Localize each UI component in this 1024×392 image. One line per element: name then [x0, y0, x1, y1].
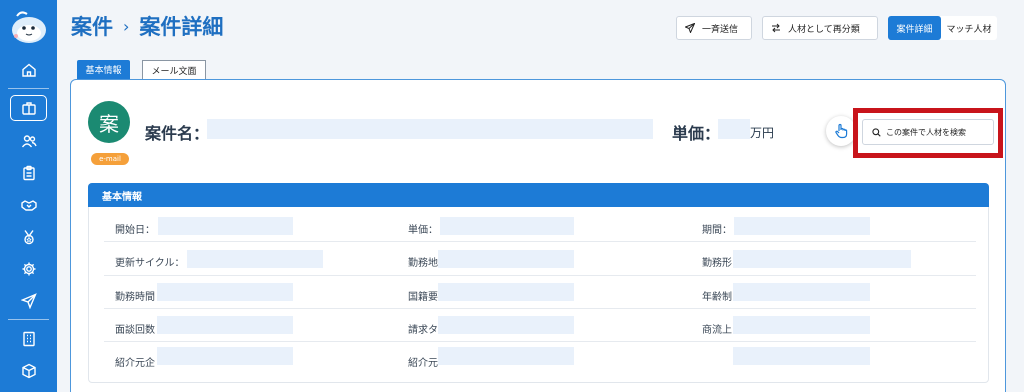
field-renewal-cycle-value: [187, 250, 323, 268]
field-interview-count-label: 面談回数: [115, 325, 155, 336]
field-work-hours-label: 勤務時間: [115, 292, 155, 303]
send-all-button[interactable]: 一斉送信: [676, 16, 752, 40]
gear-icon: [22, 262, 35, 276]
sidebar-item-package[interactable]: [10, 358, 47, 384]
building-icon: [22, 331, 35, 347]
row-divider: [104, 308, 976, 309]
view-toggle: 案件詳細 マッチ人材: [888, 16, 997, 40]
sidebar-item-deals[interactable]: [10, 192, 47, 218]
field-age-limit-value: [733, 283, 870, 301]
field-commercial-flow-label: 商流上: [702, 325, 732, 336]
field-work-form-label: 勤務形: [702, 258, 732, 269]
reclassify-label: 人材として再分類: [788, 24, 860, 35]
field-work-location-value: [438, 250, 574, 268]
field-commercial-flow-value: [733, 316, 870, 334]
basic-info-header: 基本情報: [88, 183, 989, 207]
price-value: [718, 119, 750, 139]
field-unit-price-value: [440, 217, 574, 235]
field-referrer-label: 紹介元: [408, 358, 438, 369]
medal-icon: [23, 230, 34, 245]
field-renewal-cycle-label: 更新サイクル：: [115, 258, 185, 269]
breadcrumb-parent[interactable]: 案件: [71, 11, 113, 41]
field-period-value: [734, 217, 870, 235]
hand-pointer-icon: [835, 123, 848, 139]
job-name-value: [207, 119, 653, 139]
breadcrumb-separator: ›: [123, 16, 130, 36]
job-name-label: 案件名：: [145, 124, 210, 143]
sidebar-item-settings[interactable]: [10, 256, 47, 282]
price-label: 単価：: [672, 124, 721, 143]
home-icon: [21, 63, 36, 77]
sidebar-divider: [8, 88, 49, 89]
view-match-button[interactable]: マッチ人材: [941, 16, 997, 40]
row-divider: [104, 241, 976, 242]
users-icon: [21, 135, 37, 148]
row-divider: [104, 275, 976, 276]
field-billing-label: 請求タ: [408, 325, 438, 336]
briefcase-icon: [21, 102, 36, 115]
send-all-label: 一斉送信: [702, 24, 739, 35]
mascot-logo-icon[interactable]: [7, 6, 49, 46]
search-icon: [872, 127, 881, 137]
field-referrer-company-value: [157, 347, 293, 365]
field-nationality-value: [438, 283, 574, 301]
field-nationality-label: 国籍要: [408, 292, 438, 303]
search-talent-label: この案件で人材を検索: [886, 127, 966, 137]
breadcrumb: 案件 › 案件詳細: [71, 10, 223, 42]
field-work-hours-value: [157, 283, 293, 301]
source-badge: e-mail: [91, 153, 129, 165]
view-detail-button[interactable]: 案件詳細: [888, 16, 941, 40]
field-work-location-label: 勤務地: [408, 258, 438, 269]
send-icon: [20, 293, 37, 309]
swap-arrows-icon: [772, 23, 780, 33]
box-icon: [21, 363, 36, 379]
row-divider: [104, 341, 976, 342]
sidebar: [0, 0, 57, 392]
field-age-limit-label: 年齢制: [702, 292, 732, 303]
field-referrer-company-label: 紹介元企: [115, 358, 155, 369]
field-period-label: 期間：: [702, 225, 732, 236]
search-talent-button[interactable]: この案件で人材を検索: [862, 119, 994, 145]
handshake-icon: [20, 200, 37, 211]
sidebar-item-talent[interactable]: [10, 128, 47, 154]
field-interview-count-value: [157, 316, 293, 334]
field-extra-value: [733, 347, 870, 365]
field-referrer-value: [438, 347, 574, 365]
price-unit: 万円: [750, 126, 775, 140]
sidebar-item-clipboard[interactable]: [10, 160, 47, 186]
sidebar-item-award[interactable]: [10, 224, 47, 250]
send-icon: [685, 23, 695, 33]
tab-basic-info[interactable]: 基本情報: [77, 60, 130, 79]
field-start-date-label: 開始日：: [115, 225, 155, 236]
clipboard-icon: [22, 165, 35, 181]
tab-mail-body[interactable]: メール文面: [142, 60, 206, 79]
sidebar-item-home[interactable]: [10, 57, 47, 83]
avatar: 案: [88, 101, 130, 143]
field-work-form-value: [733, 250, 911, 268]
sidebar-item-send[interactable]: [10, 288, 47, 314]
field-billing-value: [438, 316, 574, 334]
field-start-date-value: [158, 217, 293, 235]
sidebar-item-company[interactable]: [10, 326, 47, 352]
sidebar-divider: [8, 319, 49, 320]
reclassify-button[interactable]: 人材として再分類: [762, 16, 878, 40]
page-title: 案件詳細: [139, 15, 224, 39]
pointer-button[interactable]: [826, 116, 856, 146]
field-unit-price-label: 単価：: [408, 225, 438, 236]
sidebar-item-jobs[interactable]: [10, 95, 47, 121]
